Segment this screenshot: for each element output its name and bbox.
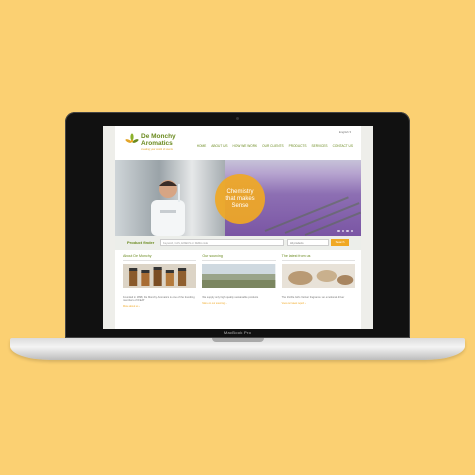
model-label: MacBook Pro xyxy=(223,330,252,335)
slider-dot[interactable] xyxy=(346,229,349,232)
nav-about-us[interactable]: ABOUT US xyxy=(211,144,227,148)
hero-line1: Chemistry xyxy=(226,188,254,195)
bottles-image xyxy=(123,264,197,288)
language-selector[interactable]: English ▾ xyxy=(339,130,351,134)
sourcing-column: Our sourcing We supply only high quality… xyxy=(202,254,276,329)
website-page: De Monchy Aromatics creating your world … xyxy=(115,126,361,329)
product-finder-label: Product finder xyxy=(127,240,155,245)
nav-home[interactable]: HOME xyxy=(197,144,207,148)
slider-dot[interactable] xyxy=(341,229,344,232)
latest-text: The Iris/De Girls Vetiver fragrance: an … xyxy=(281,296,345,299)
about-more-link[interactable]: More about us › xyxy=(123,305,196,308)
sourcing-title: Our sourcing xyxy=(202,254,276,261)
hero-tagline-badge: Chemistry that makes Sense xyxy=(215,174,265,224)
product-search-input[interactable]: Keyword, CAS, EINECS or FEMA code xyxy=(160,239,284,246)
nav-products[interactable]: PRODUCTS xyxy=(289,144,307,148)
hero-line2: that makes xyxy=(225,195,255,202)
nav-services[interactable]: SERVICES xyxy=(312,144,328,148)
nav-contact-us[interactable]: CONTACT US xyxy=(333,144,353,148)
camera-icon xyxy=(236,117,239,120)
about-column: About De Monchy Founded in 1898, De Monc… xyxy=(123,254,197,329)
search-button[interactable]: Search xyxy=(331,239,349,246)
slider-dot[interactable] xyxy=(350,229,353,232)
product-category-select[interactable]: All products xyxy=(287,239,329,246)
leaf-logo-icon xyxy=(125,133,139,143)
slider-dots xyxy=(337,229,353,232)
product-finder-bar: Product finder Keyword, CAS, EINECS or F… xyxy=(115,236,361,250)
nav-our-clients[interactable]: OUR CLIENTS xyxy=(262,144,283,148)
chemist-figure xyxy=(151,180,185,236)
logo-line2: Aromatics xyxy=(141,140,173,147)
logo-tagline: creating your world of scents xyxy=(141,148,173,151)
nav-how-we-work[interactable]: HOW WE WORK xyxy=(233,144,258,148)
hero-line3: Sense xyxy=(231,202,249,209)
latest-more-link[interactable]: View our latest report › xyxy=(282,302,355,305)
hero-banner: Chemistry that makes Sense xyxy=(115,160,361,236)
site-header: De Monchy Aromatics creating your world … xyxy=(115,126,361,160)
main-nav: HOME ABOUT US HOW WE WORK OUR CLIENTS PR… xyxy=(197,144,353,148)
latest-column: The latest from us The Iris/De Girls Vet… xyxy=(281,254,355,329)
about-title: About De Monchy xyxy=(123,254,197,261)
base-notch xyxy=(212,338,264,342)
about-text: Founded in 1898, De Monchy Aromatics is … xyxy=(123,296,195,303)
logo-line1: De Monchy xyxy=(141,133,176,140)
field-image xyxy=(202,264,276,288)
latest-title: The latest from us xyxy=(281,254,355,261)
logo-text[interactable]: De Monchy Aromatics xyxy=(141,133,176,147)
sourcing-text: We supply only high quality sustainable … xyxy=(202,296,259,299)
laptop-base xyxy=(10,338,465,360)
spices-image xyxy=(281,264,355,288)
sourcing-more-link[interactable]: More on our sourcing › xyxy=(202,302,275,305)
content-columns: About De Monchy Founded in 1898, De Monc… xyxy=(123,254,355,329)
slider-dot[interactable] xyxy=(337,229,340,232)
laptop-screen: De Monchy Aromatics creating your world … xyxy=(103,126,373,329)
